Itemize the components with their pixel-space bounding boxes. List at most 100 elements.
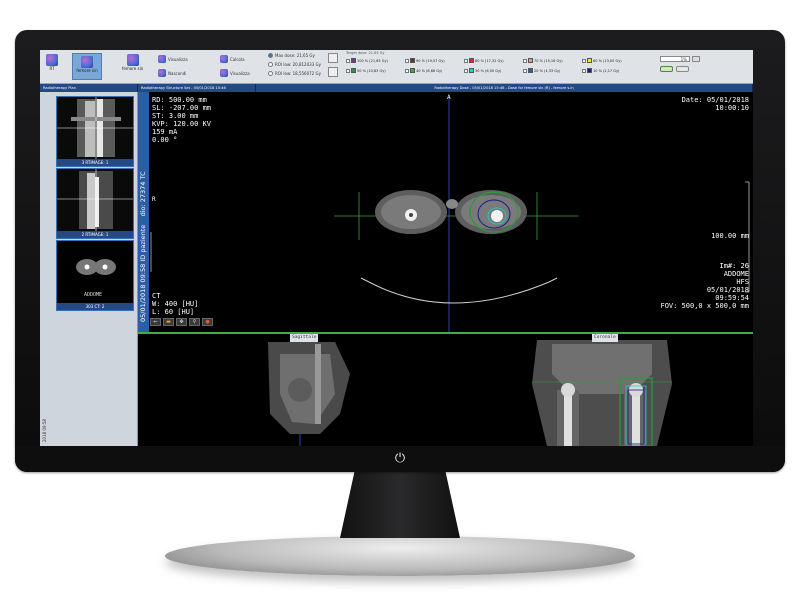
axial-view[interactable]: 05/01/2018 09:58 ID paziente dio: 27374 … [138, 92, 753, 332]
dose-legend-item[interactable]: 50 % (10,83 Gy) [346, 68, 386, 73]
param-angle: 0.00 ° [152, 136, 178, 144]
window-level-info: CT W: 400 [HU] L: 60 [HU] [152, 292, 198, 316]
view-dose-icon [220, 69, 228, 77]
legend-label: 30 % (6,50 Gy) [475, 68, 502, 73]
legend-color-swatch [410, 68, 415, 73]
legend-checkbox[interactable] [523, 68, 527, 73]
zoom-icon[interactable]: ⚲ [189, 318, 200, 326]
pan-icon[interactable]: ✥ [176, 318, 187, 326]
legend-checkbox[interactable] [405, 58, 409, 63]
legend-color-swatch [587, 68, 592, 73]
thumbnail-caption: 3 RTIMAGE: 1 [57, 159, 133, 166]
dose-legend-item[interactable]: 30 % (6,50 Gy) [464, 68, 501, 73]
param-ma: 159 mA [152, 128, 178, 136]
zoom-spinner[interactable] [692, 56, 700, 62]
dose-legend-item[interactable]: 70 % (15,16 Gy) [523, 58, 563, 63]
radio-dot [268, 71, 273, 76]
apply-checkbox-button[interactable] [328, 53, 338, 63]
legend-checkbox[interactable] [346, 58, 350, 63]
calcola-button[interactable]: Calcola [220, 55, 245, 63]
fov: FOV: 500,0 x 500,0 mm [660, 302, 749, 310]
dose-legend: 100 % (21,65 Gy) 90 % (19,57 Gy) 80 % (17,… [346, 56, 646, 78]
nascondi-button[interactable]: Nascondi [158, 69, 186, 77]
image-viewer[interactable]: 05/01/2018 09:58 ID paziente dio: 27374 … [138, 92, 753, 446]
dose-legend-item[interactable]: 80 % (17,32 Gy) [464, 58, 504, 63]
thumbnail-rtimage-2[interactable]: 2 RTIMAGE: 1 [56, 168, 134, 239]
dose-legend-item[interactable]: 40 % (8,66 Gy) [405, 68, 442, 73]
legend-label: 50 % (10,83 Gy) [357, 68, 386, 73]
coronal-view[interactable]: Coronale [452, 334, 753, 446]
study-time: 10:00:10 [715, 104, 749, 112]
nascondi-label: Nascondi [168, 70, 187, 76]
dose-legend-item[interactable]: 60 % (13,00 Gy) [582, 58, 622, 63]
rtimage-3-drr [57, 97, 133, 159]
side-date-text: 2018 09:58 [42, 419, 47, 442]
legend-checkbox[interactable] [405, 68, 409, 73]
legend-label: 60 % (13,00 Gy) [593, 58, 622, 63]
sagittal-view[interactable]: Sagittale [150, 334, 450, 446]
param-rd: RD: 500.00 mm [152, 96, 207, 104]
dose-legend-item[interactable]: 10 % (2,17 Gy) [582, 68, 619, 73]
legend-checkbox[interactable] [582, 68, 586, 73]
tab-radiotherapy-plan[interactable]: Radiotherapy Plan [40, 84, 138, 92]
structure-icon [81, 56, 93, 68]
arrow-icon[interactable]: ⇐ [150, 318, 161, 326]
thumbnail-caption: 303 CT: 2 [57, 303, 133, 310]
reset-button[interactable] [328, 67, 338, 77]
rtimage-preview [57, 97, 133, 159]
dose-legend-item[interactable]: 90 % (19,57 Gy) [405, 58, 445, 63]
legend-label: 80 % (17,32 Gy) [475, 58, 504, 63]
acquisition-params: RD: 500.00 mm SL: -207.00 mm ST: 3.00 mm… [152, 96, 211, 144]
femore-sin-dropdown-button[interactable]: femore sin [122, 54, 143, 71]
radio-roi-high[interactable]: ROI low: 18,556072 Gy [268, 71, 321, 76]
target-dose-title: Target dose: 21,65 Gy [346, 51, 385, 55]
legend-label: 20 % (4,33 Gy) [534, 68, 561, 73]
visualizza-dose-button[interactable]: Visualizza [220, 69, 250, 77]
ruler-icon[interactable]: ▬ [163, 318, 174, 326]
legend-color-swatch [528, 68, 533, 73]
legend-checkbox[interactable] [523, 58, 527, 63]
patient-info-text: 05/01/2018 09:58 ID paziente dio: 27374 … [139, 112, 148, 322]
series-time: 09:59:54 [715, 294, 749, 302]
dose-legend-item[interactable]: 20 % (4,33 Gy) [523, 68, 560, 73]
radio-roi-low[interactable]: ROI low: 20,812033 Gy [268, 62, 321, 67]
dose-overlay-icon[interactable]: ● [202, 318, 213, 326]
legend-checkbox[interactable] [582, 58, 586, 63]
eye-icon [158, 55, 166, 63]
coronal-label: Coronale [592, 334, 618, 342]
radio-dot [268, 62, 273, 67]
zoom-field[interactable]: 1% [660, 56, 690, 62]
legend-checkbox[interactable] [346, 68, 350, 73]
legend-checkbox[interactable] [464, 68, 468, 73]
patient-info-bar: 05/01/2018 09:58 ID paziente dio: 27374 … [138, 92, 149, 332]
monitor-stand-neck [340, 472, 460, 538]
visualizza-button[interactable]: Visualizza [158, 55, 188, 63]
legend-color-swatch [351, 68, 356, 73]
legend-label: 40 % (8,66 Gy) [416, 68, 443, 73]
visualizza-label: Visualizza [168, 56, 188, 62]
legend-label: 10 % (2,17 Gy) [593, 68, 620, 73]
power-icon[interactable]: ⏻ [392, 451, 408, 467]
legend-checkbox[interactable] [464, 58, 468, 63]
rt-button[interactable]: RT [46, 54, 58, 71]
param-kvp: KVP: 120.00 KV [152, 120, 212, 128]
thumbnail-rtimage-3[interactable]: 3 RTIMAGE: 1 [56, 96, 134, 167]
radio-roi-high-label: ROI low: 18,556072 Gy [275, 71, 321, 76]
monitor-scene: ⏻ RT femore sin femore sin Visualizza Na… [0, 0, 800, 600]
tab-dose[interactable]: Radiotherapy Dose - 05/01/2018 15:46 - D… [256, 84, 753, 92]
monitor-stand-base [165, 536, 635, 576]
window-width: W: 400 [HU] [152, 300, 199, 308]
radio-max-dose[interactable]: Max dose: 21,65 Gy [268, 53, 315, 58]
legend-label: 100 % (21,65 Gy) [357, 58, 388, 63]
study-info-label: dio: 27374 TC [139, 171, 147, 217]
thumbnail-ct-303[interactable]: ADDOME 303 CT: 2 [56, 240, 134, 311]
femore-sin-dropdown-label: femore sin [122, 66, 144, 71]
viewer-mini-toolbar: ⇐ ▬ ✥ ⚲ ● [150, 318, 213, 326]
series-thumbnail-panel: 3 RTIMAGE: 1 2 RTIMAGE: 1 ADDOME 303 CT:… [40, 92, 138, 446]
ok-button[interactable] [660, 66, 673, 72]
tab-structure-set[interactable]: Radiotherapy Structure Set - 05/01/2018 … [138, 84, 256, 92]
modality-label: CT [152, 292, 161, 300]
femore-sin-selected-button[interactable]: femore sin [72, 53, 102, 80]
cancel-button[interactable] [676, 66, 689, 72]
dose-legend-item[interactable]: 100 % (21,65 Gy) [346, 58, 388, 63]
